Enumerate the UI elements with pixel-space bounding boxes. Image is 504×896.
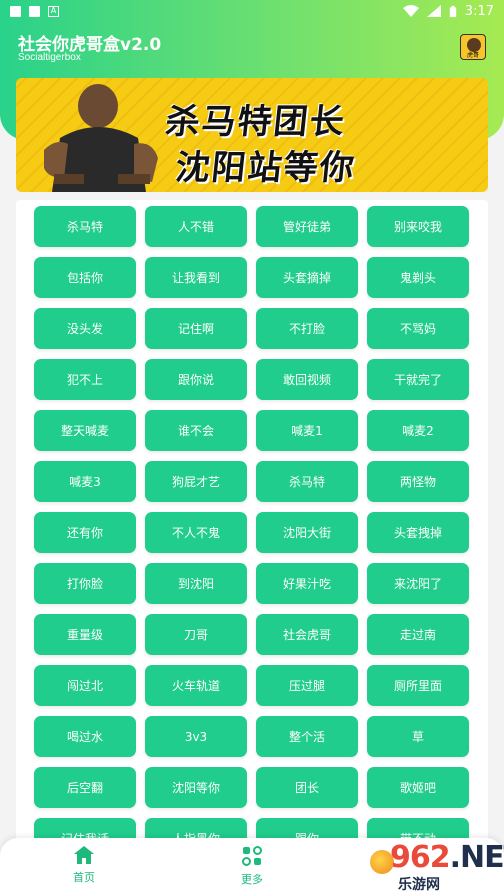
sound-button[interactable]: 犯不上 [34, 359, 136, 400]
sound-button[interactable]: 包括你 [34, 257, 136, 298]
sound-button[interactable]: 鬼剃头 [367, 257, 469, 298]
sound-button[interactable]: 喊麦3 [34, 461, 136, 502]
nav-home[interactable]: 首页 [44, 846, 124, 885]
sound-button[interactable]: 好果汁吃 [256, 563, 358, 604]
sound-button[interactable]: 杀马特 [256, 461, 358, 502]
app-avatar-label: 虎哥 [466, 52, 479, 59]
sound-button[interactable]: 别来咬我 [367, 206, 469, 247]
banner-headline-1: 杀马特团长 [163, 102, 348, 142]
sound-button[interactable]: 喊麦1 [256, 410, 358, 451]
sound-button[interactable]: 打你脸 [34, 563, 136, 604]
watermark-brand-number: 962 [390, 840, 451, 875]
promo-banner[interactable]: 杀马特团长 沈阳站等你 [16, 78, 488, 192]
nav-more[interactable]: 更多 [212, 846, 292, 887]
sound-button[interactable]: 两怪物 [367, 461, 469, 502]
sound-button[interactable]: 喊麦2 [367, 410, 469, 451]
sound-button[interactable]: 还有你 [34, 512, 136, 553]
sound-button[interactable]: 记住啊 [145, 308, 247, 349]
sound-button[interactable]: 草 [367, 716, 469, 757]
banner-headline-2: 沈阳站等你 [173, 148, 358, 188]
sound-button[interactable]: 不打脸 [256, 308, 358, 349]
sound-button[interactable]: 到沈阳 [145, 563, 247, 604]
sound-button[interactable]: 狗屁才艺 [145, 461, 247, 502]
nav-more-label: 更多 [241, 873, 263, 886]
sound-button[interactable]: 来沈阳了 [367, 563, 469, 604]
watermark-brand: 962.NET [390, 840, 504, 875]
home-icon [74, 846, 94, 864]
sound-button[interactable]: 压过腿 [256, 665, 358, 706]
sound-button[interactable]: 谁不会 [145, 410, 247, 451]
watermark-subtitle: 乐游网 [398, 877, 440, 893]
clock: 3:17 [464, 3, 494, 19]
sound-button[interactable]: 歌姬吧 [367, 767, 469, 808]
signal-icon [426, 5, 441, 17]
sound-button[interactable]: 不人不鬼 [145, 512, 247, 553]
sound-button[interactable]: 整个活 [256, 716, 358, 757]
sound-button[interactable]: 干就完了 [367, 359, 469, 400]
sound-button[interactable]: 3v3 [145, 716, 247, 757]
sound-button[interactable]: 头套摘掉 [256, 257, 358, 298]
sound-button[interactable]: 社会虎哥 [256, 614, 358, 655]
nav-home-label: 首页 [73, 871, 95, 884]
sound-button[interactable]: 敢回视频 [256, 359, 358, 400]
sound-button[interactable]: 没头发 [34, 308, 136, 349]
sound-button[interactable]: 厕所里面 [367, 665, 469, 706]
sound-button[interactable]: 团长 [256, 767, 358, 808]
sound-button[interactable]: 喝过水 [34, 716, 136, 757]
app-avatar-icon[interactable]: 虎哥 [460, 34, 486, 60]
sound-button[interactable]: 人不错 [145, 206, 247, 247]
sound-button[interactable]: 杀马特 [34, 206, 136, 247]
watermark-brand-suffix: .NET [449, 840, 504, 875]
sound-button[interactable]: 沈阳等你 [145, 767, 247, 808]
system-status: 3:17 [402, 3, 494, 19]
notification-icons: A [10, 5, 59, 17]
sound-button[interactable]: 火车轨道 [145, 665, 247, 706]
sound-button[interactable]: 让我看到 [145, 257, 247, 298]
sound-button[interactable]: 闯过北 [34, 665, 136, 706]
sound-button[interactable]: 沈阳大街 [256, 512, 358, 553]
sound-button[interactable]: 管好徒弟 [256, 206, 358, 247]
sound-button[interactable]: 刀哥 [145, 614, 247, 655]
sound-button-grid: 杀马特 人不错 管好徒弟 别来咬我 包括你 让我看到 头套摘掉 鬼剃头 没头发 记住啊 不打脸 不骂妈… [34, 206, 470, 859]
banner-person-image [44, 84, 158, 192]
battery-icon [449, 5, 456, 17]
app-subtitle: Socialtigerbox [18, 52, 81, 63]
site-watermark: 962.NET 乐游网 [364, 822, 504, 896]
wifi-icon [402, 5, 419, 17]
sound-button[interactable]: 后空翻 [34, 767, 136, 808]
notification-a-icon: A [48, 5, 59, 17]
grid-dots-icon [242, 846, 262, 866]
status-bar: A 3:17 [0, 0, 504, 22]
notification-square-icon [10, 5, 21, 17]
sound-button[interactable]: 头套拽掉 [367, 512, 469, 553]
sound-button[interactable]: 走过南 [367, 614, 469, 655]
notification-square-icon [29, 5, 40, 17]
sound-button[interactable]: 不骂妈 [367, 308, 469, 349]
sound-button[interactable]: 整天喊麦 [34, 410, 136, 451]
sound-button[interactable]: 跟你说 [145, 359, 247, 400]
sound-button[interactable]: 重量级 [34, 614, 136, 655]
